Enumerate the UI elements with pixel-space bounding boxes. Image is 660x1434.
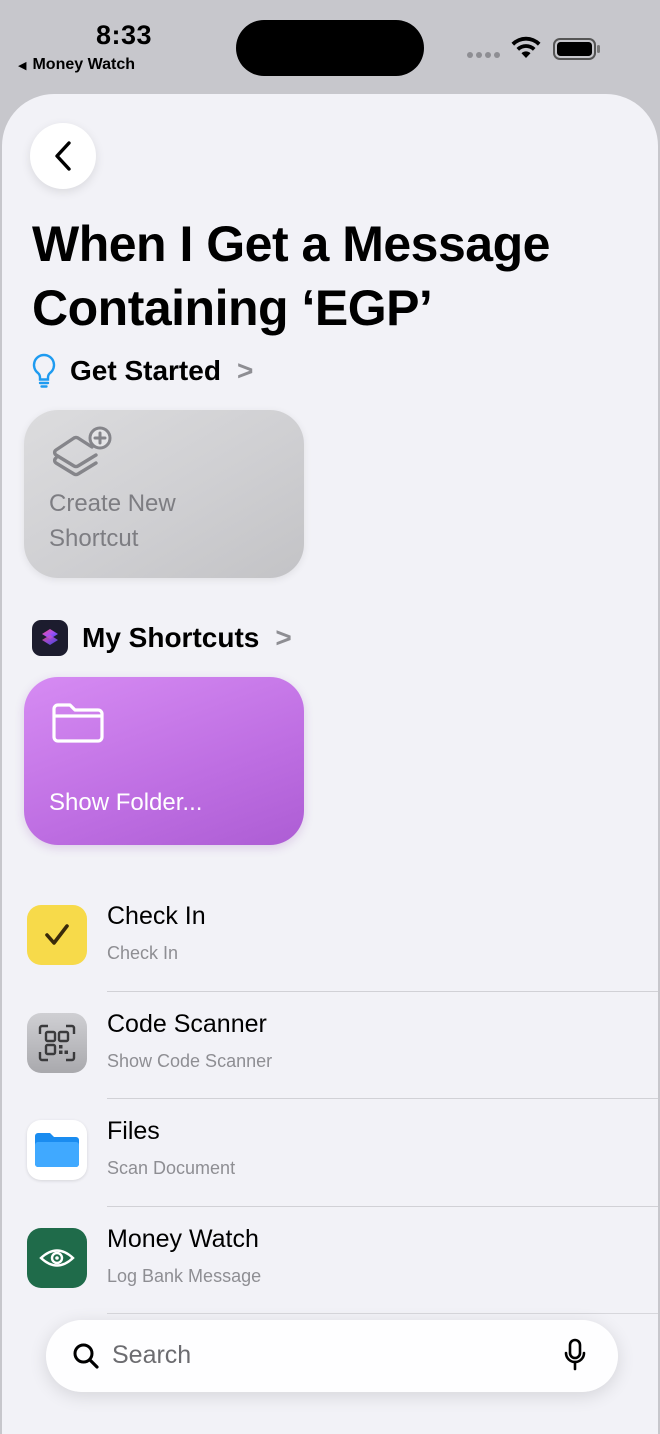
my-shortcuts-label: My Shortcuts [82, 622, 260, 653]
back-to-app-link[interactable]: ◀ Money Watch [18, 56, 135, 74]
shortcuts-app-icon [32, 620, 68, 656]
checkmark-icon [27, 905, 87, 965]
folder-icon [27, 1120, 87, 1180]
eye-icon [27, 1227, 87, 1288]
action-subtitle: Show Code Scanner [107, 1050, 273, 1071]
battery-icon [553, 38, 600, 60]
create-new-line1: Create New [49, 490, 176, 517]
microphone-icon[interactable] [564, 1338, 586, 1372]
search-placeholder: Search [112, 1341, 192, 1369]
my-shortcuts-header[interactable]: My Shortcuts > [32, 620, 292, 656]
show-folder-card[interactable]: Show Folder... [24, 677, 304, 845]
create-new-shortcut-card[interactable]: Create New Shortcut [24, 410, 304, 578]
create-new-shortcut-label: Create New Shortcut [49, 486, 249, 556]
back-app-label: Money Watch [32, 56, 135, 73]
page-title-line2: Containing ‘EGP’ [32, 280, 433, 336]
shortcut-plus-icon [53, 426, 112, 477]
folder-outline-icon [52, 703, 104, 743]
actions-list: Check In Check In Code Scanner Show Code… [2, 884, 658, 1314]
list-item[interactable]: Money Watch Log Bank Message [2, 1207, 658, 1314]
qr-code-icon [27, 1012, 87, 1073]
my-shortcuts-chevron: > [275, 622, 292, 653]
list-item[interactable]: Files Scan Document [2, 1099, 658, 1207]
search-bar[interactable]: Search [46, 1320, 618, 1392]
sheet: When I Get a Message Containing ‘EGP’ Ge… [2, 94, 658, 1434]
show-folder-label: Show Folder... [49, 789, 203, 816]
list-item[interactable]: Code Scanner Show Code Scanner [2, 992, 658, 1099]
get-started-chevron: > [236, 355, 254, 386]
status-bar: 8:33 ◀ Money Watch [0, 0, 660, 92]
cellular-signal-icon [467, 52, 500, 58]
page-title: When I Get a Message Containing ‘EGP’ [32, 212, 632, 340]
action-subtitle: Scan Document [107, 1158, 236, 1178]
action-subtitle: Check In [107, 943, 179, 963]
back-button[interactable] [30, 123, 96, 189]
get-started-header[interactable]: Get Started > [32, 353, 253, 389]
action-subtitle: Log Bank Message [107, 1265, 262, 1286]
action-name: Check In [107, 902, 206, 930]
action-name: Code Scanner [107, 1009, 267, 1038]
action-name: Money Watch [107, 1224, 259, 1253]
get-started-label: Get Started [70, 355, 221, 386]
list-item[interactable]: Check In Check In [2, 884, 658, 992]
page-title-line1: When I Get a Message [32, 216, 550, 272]
dynamic-island [236, 20, 424, 76]
back-triangle-icon: ◀ [18, 59, 27, 72]
action-name: Files [107, 1117, 160, 1145]
lightbulb-icon [32, 353, 56, 388]
create-new-line2: Shortcut [49, 525, 139, 552]
chevron-left-icon [55, 141, 71, 171]
wifi-icon [511, 36, 541, 58]
search-icon [73, 1343, 99, 1369]
status-time: 8:33 [96, 20, 153, 50]
